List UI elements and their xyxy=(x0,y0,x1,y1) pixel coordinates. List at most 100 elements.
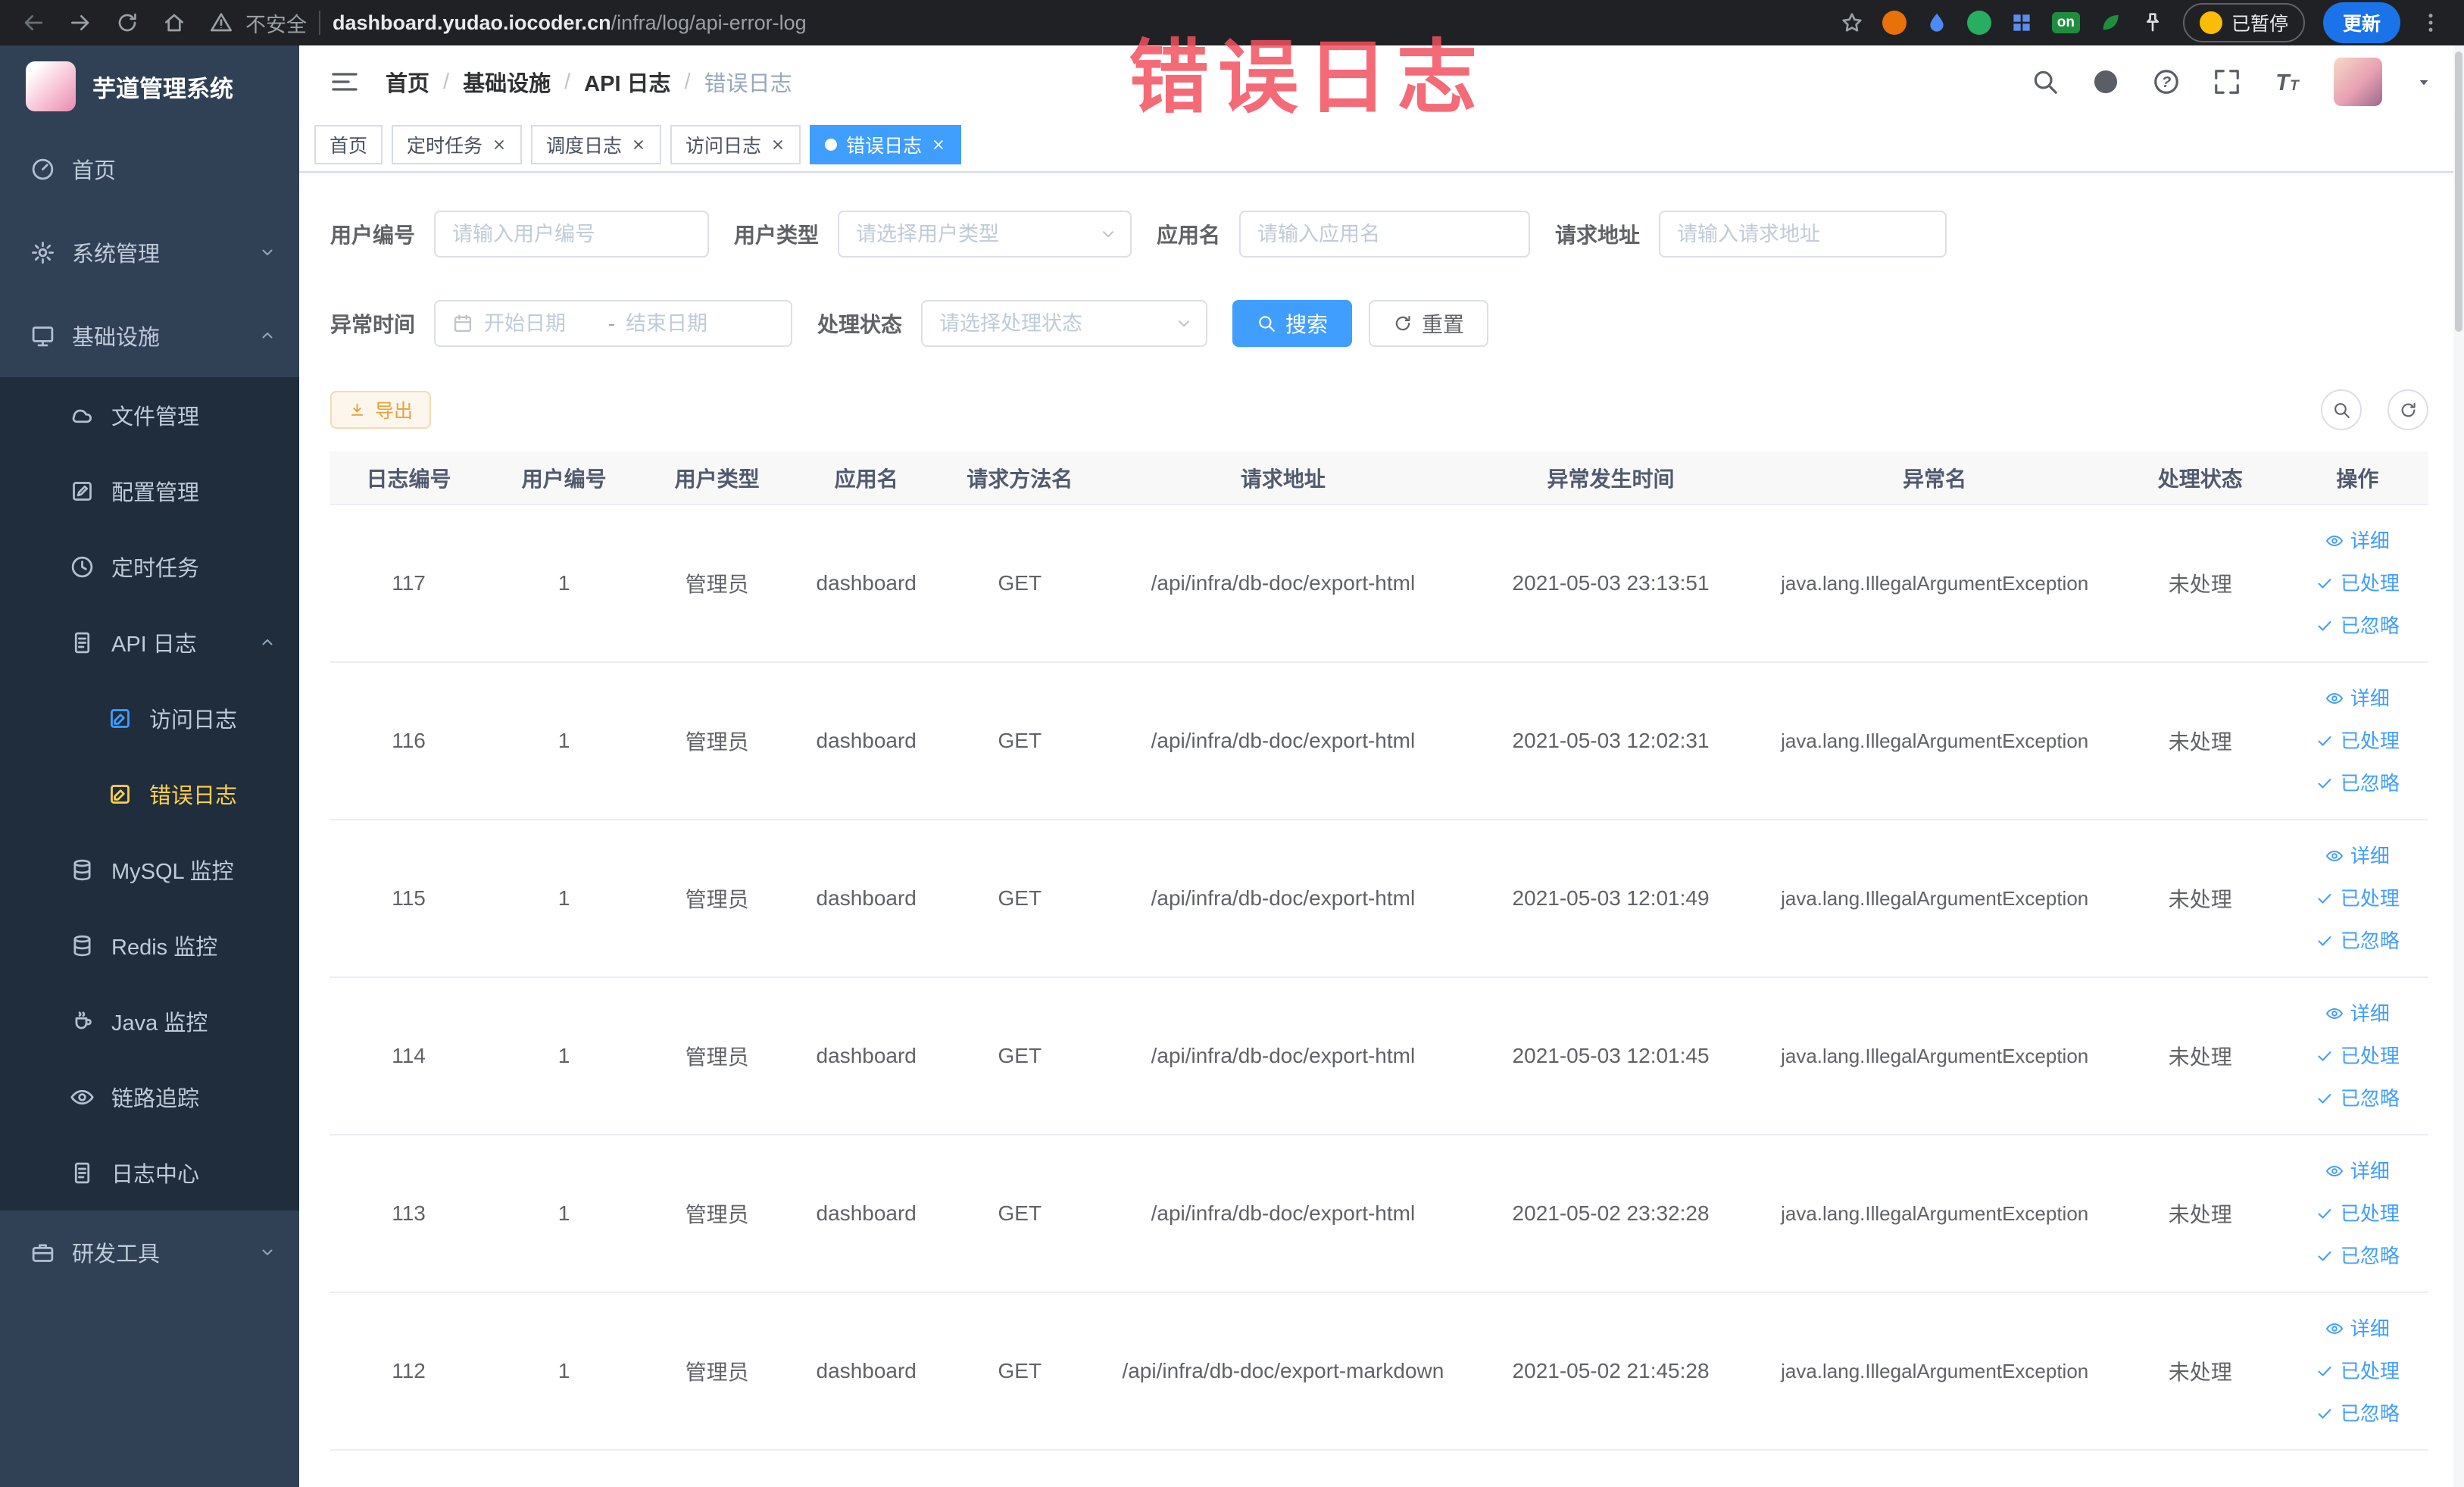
sidebar-item-redis[interactable]: Redis 监控 xyxy=(0,908,299,983)
sidebar-item-error-log[interactable]: 错误日志 xyxy=(0,756,299,832)
reset-button[interactable]: 重置 xyxy=(1369,300,1489,347)
fullscreen-icon[interactable] xyxy=(2213,67,2241,96)
user-id-input[interactable] xyxy=(452,222,692,246)
extension-orange-icon[interactable] xyxy=(1882,11,1907,35)
range-separator: - xyxy=(608,311,616,335)
start-date-input[interactable] xyxy=(484,311,598,336)
col-exception-name: 异常名 xyxy=(1755,451,2114,505)
refresh-table-button[interactable] xyxy=(2387,389,2428,430)
sidebar-item-java[interactable]: Java 监控 xyxy=(0,983,299,1059)
app-logo: 芋道管理系统 xyxy=(0,45,299,127)
update-button[interactable]: 更新 xyxy=(2322,2,2400,43)
processed-link[interactable]: 已处理 xyxy=(2293,1035,2422,1077)
breadcrumb-separator: / xyxy=(564,69,571,94)
tab-home[interactable]: 首页 xyxy=(314,125,383,164)
help-icon[interactable]: ? xyxy=(2152,67,2181,96)
font-size-icon[interactable]: TT xyxy=(2273,67,2302,96)
browser-forward-icon[interactable] xyxy=(68,11,92,35)
browser-home-icon[interactable] xyxy=(162,11,186,35)
paused-pill[interactable]: 已暂停 xyxy=(2182,3,2305,42)
ignore-link[interactable]: 已忽略 xyxy=(2293,1077,2422,1120)
ignore-link[interactable]: 已忽略 xyxy=(2293,604,2422,647)
detail-link[interactable]: 详细 xyxy=(2293,677,2422,720)
tab-error-log[interactable]: 错误日志 xyxy=(810,125,962,164)
ignore-link[interactable]: 已忽略 xyxy=(2293,1392,2422,1435)
sidebar-item-file[interactable]: 文件管理 xyxy=(0,377,299,453)
processed-link[interactable]: 已处理 xyxy=(2293,562,2422,604)
database-icon xyxy=(70,933,95,958)
extension-drop-icon[interactable] xyxy=(1925,11,1949,35)
sidebar-item-home[interactable]: 首页 xyxy=(0,127,299,211)
processed-link[interactable]: 已处理 xyxy=(2293,1350,2422,1392)
extension-grid-icon[interactable] xyxy=(2010,11,2034,35)
processed-link[interactable]: 已处理 xyxy=(2293,1192,2422,1235)
processed-link[interactable]: 已处理 xyxy=(2293,877,2422,920)
extension-on-badge[interactable]: on xyxy=(2051,12,2080,33)
sidebar-item-mysql[interactable]: MySQL 监控 xyxy=(0,832,299,908)
eye-icon xyxy=(2325,847,2344,865)
detail-link[interactable]: 详细 xyxy=(2293,1150,2422,1192)
chevron-down-icon xyxy=(1098,224,1118,244)
github-icon[interactable] xyxy=(2091,67,2120,96)
table-row: 117 1 管理员 dashboard GET/api/infra/db-doc/exp… xyxy=(330,505,2428,663)
export-button[interactable]: 导出 xyxy=(330,391,432,429)
request-url-input[interactable] xyxy=(1677,222,1929,246)
sidebar-item-dev-tools[interactable]: 研发工具 xyxy=(0,1211,299,1294)
tab-job[interactable]: 定时任务 xyxy=(392,125,523,164)
url-path: /infra/log/api-error-log xyxy=(611,11,807,34)
user-type-label: 用户类型 xyxy=(734,223,820,247)
detail-link[interactable]: 详细 xyxy=(2293,835,2422,877)
close-icon[interactable] xyxy=(770,137,785,152)
check-icon xyxy=(2316,574,2334,592)
ignore-link[interactable]: 已忽略 xyxy=(2293,1235,2422,1277)
detail-link[interactable]: 详细 xyxy=(2293,992,2422,1035)
search-icon[interactable] xyxy=(2031,67,2060,96)
ignore-link[interactable]: 已忽略 xyxy=(2293,920,2422,962)
sidebar-item-trace[interactable]: 链路追踪 xyxy=(0,1059,299,1135)
filter-row-1: 用户编号 用户类型 应用名 请求地址 xyxy=(330,211,2430,258)
breadcrumb-infrastructure[interactable]: 基础设施 xyxy=(463,66,551,98)
address-bar[interactable]: 不安全 dashboard.yudao.iocoder.cn/infra/log… xyxy=(209,8,807,38)
extension-green-icon[interactable] xyxy=(1966,11,1991,35)
sidebar-item-config[interactable]: 配置管理 xyxy=(0,453,299,529)
date-range-picker[interactable]: - xyxy=(434,300,793,347)
tab-schedule-log[interactable]: 调度日志 xyxy=(531,125,662,164)
end-date-input[interactable] xyxy=(626,311,740,336)
sidebar-item-job[interactable]: 定时任务 xyxy=(0,529,299,604)
close-icon[interactable] xyxy=(631,137,646,152)
detail-link[interactable]: 详细 xyxy=(2293,1307,2422,1350)
tab-access-log[interactable]: 访问日志 xyxy=(670,125,801,164)
browser-menu-icon[interactable] xyxy=(2419,11,2443,35)
chevron-down-icon[interactable] xyxy=(2414,72,2434,92)
detail-link[interactable]: 详细 xyxy=(2293,520,2422,562)
close-icon[interactable] xyxy=(492,137,507,152)
extension-leaf-icon[interactable] xyxy=(2098,11,2122,35)
table-row: 113 1 管理员 dashboard GET/api/infra/db-doc/exp… xyxy=(330,1135,2428,1293)
extensions-pin-icon[interactable] xyxy=(2141,11,2165,35)
sidebar-item-api-log[interactable]: API 日志 xyxy=(0,604,299,680)
browser-reload-icon[interactable] xyxy=(115,11,139,35)
processed-link[interactable]: 已处理 xyxy=(2293,720,2422,762)
search-icon xyxy=(2332,401,2351,420)
navbar-actions: ? TT xyxy=(2031,58,2434,106)
scrollbar-thumb[interactable] xyxy=(2455,52,2462,332)
sidebar-item-infrastructure[interactable]: 基础设施 xyxy=(0,294,299,377)
breadcrumb-api-log[interactable]: API 日志 xyxy=(584,66,670,98)
breadcrumb-home[interactable]: 首页 xyxy=(386,66,429,98)
avatar[interactable] xyxy=(2334,58,2382,106)
sidebar-item-system[interactable]: 系统管理 xyxy=(0,211,299,294)
app-name-input[interactable] xyxy=(1257,222,1513,246)
coffee-icon xyxy=(70,1009,95,1034)
check-icon xyxy=(2316,932,2334,950)
sidebar-toggle-icon[interactable] xyxy=(329,67,360,97)
sidebar-item-log-center[interactable]: 日志中心 xyxy=(0,1135,299,1211)
close-icon[interactable] xyxy=(931,137,946,152)
browser-back-icon[interactable] xyxy=(21,11,45,35)
sidebar-item-access-log[interactable]: 访问日志 xyxy=(0,680,299,756)
search-button[interactable]: 搜索 xyxy=(1232,300,1353,347)
bookmark-star-icon[interactable] xyxy=(1840,11,1864,35)
toggle-search-button[interactable] xyxy=(2321,389,2362,430)
ignore-link[interactable]: 已忽略 xyxy=(2293,762,2422,804)
user-type-select[interactable] xyxy=(856,222,1114,246)
process-status-select[interactable] xyxy=(939,311,1190,336)
